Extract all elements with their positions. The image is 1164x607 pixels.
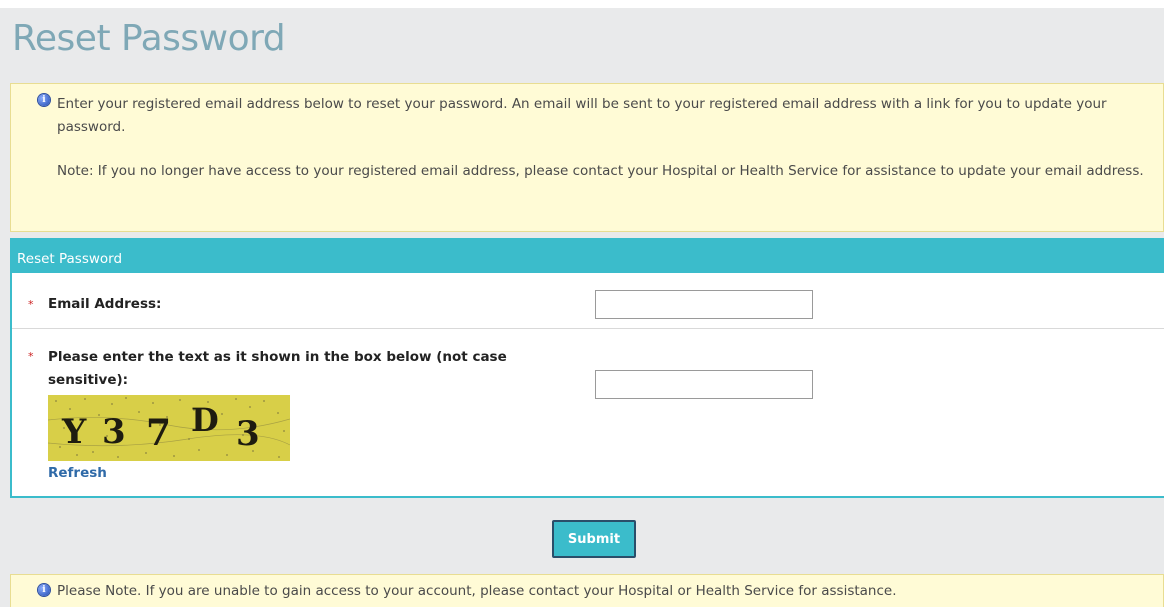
submit-button[interactable]: Submit xyxy=(552,520,636,558)
svg-text:D: D xyxy=(191,401,219,439)
panel-header: Reset Password xyxy=(12,240,1164,273)
refresh-captcha-link[interactable]: Refresh xyxy=(48,462,107,485)
info-note-text: Note: If you no longer have access to yo… xyxy=(57,163,1144,179)
info-icon: i xyxy=(38,94,50,106)
email-label: Email Address: xyxy=(48,296,162,312)
svg-text:Y: Y xyxy=(61,412,87,452)
info-message-bottom: i Please Note. If you are unable to gain… xyxy=(10,574,1164,607)
captcha-input[interactable] xyxy=(595,370,813,399)
email-field[interactable] xyxy=(595,290,813,319)
svg-text:3: 3 xyxy=(102,412,126,452)
page: Reset Password i Enter your registered e… xyxy=(0,0,1164,607)
top-strip xyxy=(0,0,1164,8)
reset-password-panel: Reset Password * Email Address: * Please… xyxy=(10,238,1164,498)
info-message: i Enter your registered email address be… xyxy=(10,83,1164,232)
page-title: Reset Password xyxy=(12,18,286,59)
info-message-text: Enter your registered email address belo… xyxy=(57,96,1107,135)
svg-text:3: 3 xyxy=(236,414,260,454)
info-icon: i xyxy=(38,584,50,596)
captcha-image: Y 3 7 D 3 xyxy=(48,395,290,461)
info-bottom-text: Please Note. If you are unable to gain a… xyxy=(57,583,897,599)
required-marker: * xyxy=(28,298,34,311)
required-marker: * xyxy=(28,350,34,363)
row-divider xyxy=(12,328,1164,329)
svg-text:7: 7 xyxy=(146,412,171,454)
captcha-label: Please enter the text as it shown in the… xyxy=(48,349,507,388)
